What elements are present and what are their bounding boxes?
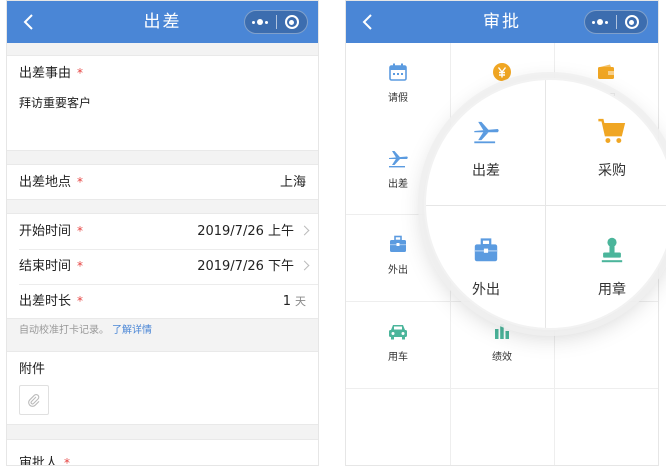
close-ring-icon — [624, 15, 639, 29]
add-attachment-button[interactable] — [19, 385, 49, 415]
approver-card: 审批人 * — [7, 439, 318, 466]
grid-item-label: 绩效 — [492, 352, 512, 363]
dot-icon — [592, 20, 596, 24]
chevron-right-icon — [299, 225, 310, 236]
magnified-item-trip[interactable]: 出差 — [426, 116, 546, 236]
approver-row[interactable]: 审批人 * — [7, 446, 318, 466]
start-time-value[interactable]: 2019/7/26 上午 — [197, 214, 294, 249]
dot-icon — [257, 19, 264, 25]
magnified-item-outing[interactable]: 外出 — [426, 235, 546, 328]
briefcase-icon — [390, 235, 406, 252]
magnified-item-label: 用章 — [598, 282, 626, 298]
wallet-icon — [598, 64, 614, 79]
more-button[interactable] — [245, 11, 276, 33]
end-time-row[interactable]: 结束时间 * 2019/7/26 下午 — [7, 249, 318, 284]
location-row[interactable]: 出差地点 * 上海 — [7, 165, 318, 200]
briefcase-icon — [474, 238, 498, 262]
mini-program-capsule — [584, 10, 648, 34]
airplane-icon — [474, 121, 499, 144]
grid-item-label: 外出 — [388, 265, 408, 276]
location-card: 出差地点 * 上海 — [7, 164, 318, 200]
location-value[interactable]: 上海 — [280, 165, 306, 200]
time-card: 开始时间 * 2019/7/26 上午 结束时间 * 2019/7/26 下午 出差… — [7, 213, 318, 319]
nav-bar: 出差 — [7, 1, 318, 43]
start-time-label: 开始时间 * — [19, 224, 84, 239]
attachment-label: 附件 — [19, 362, 46, 377]
attachment-card: 附件 — [7, 351, 318, 425]
dot-icon — [597, 19, 604, 25]
shopping-cart-icon — [598, 118, 626, 143]
business-trip-screen: 出差 出差事由 * 拜访重要客户 出差地点 * 上海 开始时间 * 2019/7… — [6, 0, 319, 466]
grid-item-label: 用车 — [388, 352, 408, 363]
attachment-row: 附件 — [7, 352, 318, 387]
car-icon — [389, 325, 407, 340]
dot-icon — [265, 20, 269, 24]
approver-label: 审批人 * — [19, 456, 71, 466]
magnified-item-label: 外出 — [472, 282, 500, 298]
reason-textarea[interactable]: 拜访重要客户 — [19, 94, 91, 111]
yen-coin-icon — [493, 63, 511, 81]
magnified-item-label: 出差 — [472, 163, 500, 179]
end-time-label: 结束时间 * — [19, 259, 84, 274]
mini-program-capsule — [244, 10, 308, 34]
stamp-icon — [601, 237, 623, 263]
duration-value: 1天 — [282, 294, 306, 309]
learn-more-link[interactable]: 了解详情 — [112, 325, 152, 336]
close-button[interactable] — [617, 11, 648, 33]
close-ring-icon — [284, 15, 299, 29]
grid-item-label: 出差 — [388, 179, 408, 190]
duration-row: 出差时长 * 1天 — [7, 284, 318, 319]
grid-item-label: 请假 — [388, 93, 408, 104]
reason-row: 出差事由 * — [7, 56, 318, 91]
dot-icon — [605, 20, 609, 24]
reason-label: 出差事由 * — [19, 66, 84, 81]
airplane-icon — [389, 151, 408, 168]
paperclip-icon — [28, 394, 40, 407]
chevron-right-icon — [299, 260, 310, 271]
magnified-item-seal[interactable]: 用章 — [552, 235, 666, 328]
dot-icon — [252, 20, 256, 24]
more-button[interactable] — [585, 11, 616, 33]
magnified-item-label: 采购 — [598, 163, 626, 179]
duration-label: 出差时长 * — [19, 294, 84, 309]
close-button[interactable] — [277, 11, 308, 33]
end-time-value[interactable]: 2019/7/26 下午 — [197, 249, 294, 284]
clock-in-hint: 自动校准打卡记录。 了解详情 — [19, 325, 152, 336]
start-time-row[interactable]: 开始时间 * 2019/7/26 上午 — [7, 214, 318, 249]
nav-bar: 审批 — [346, 1, 658, 43]
zoom-magnifier: 出差 采购 外出 用章 — [424, 78, 666, 330]
calendar-icon — [389, 63, 407, 81]
magnified-item-purchase[interactable]: 采购 — [552, 116, 666, 236]
location-label: 出差地点 * — [19, 175, 84, 190]
